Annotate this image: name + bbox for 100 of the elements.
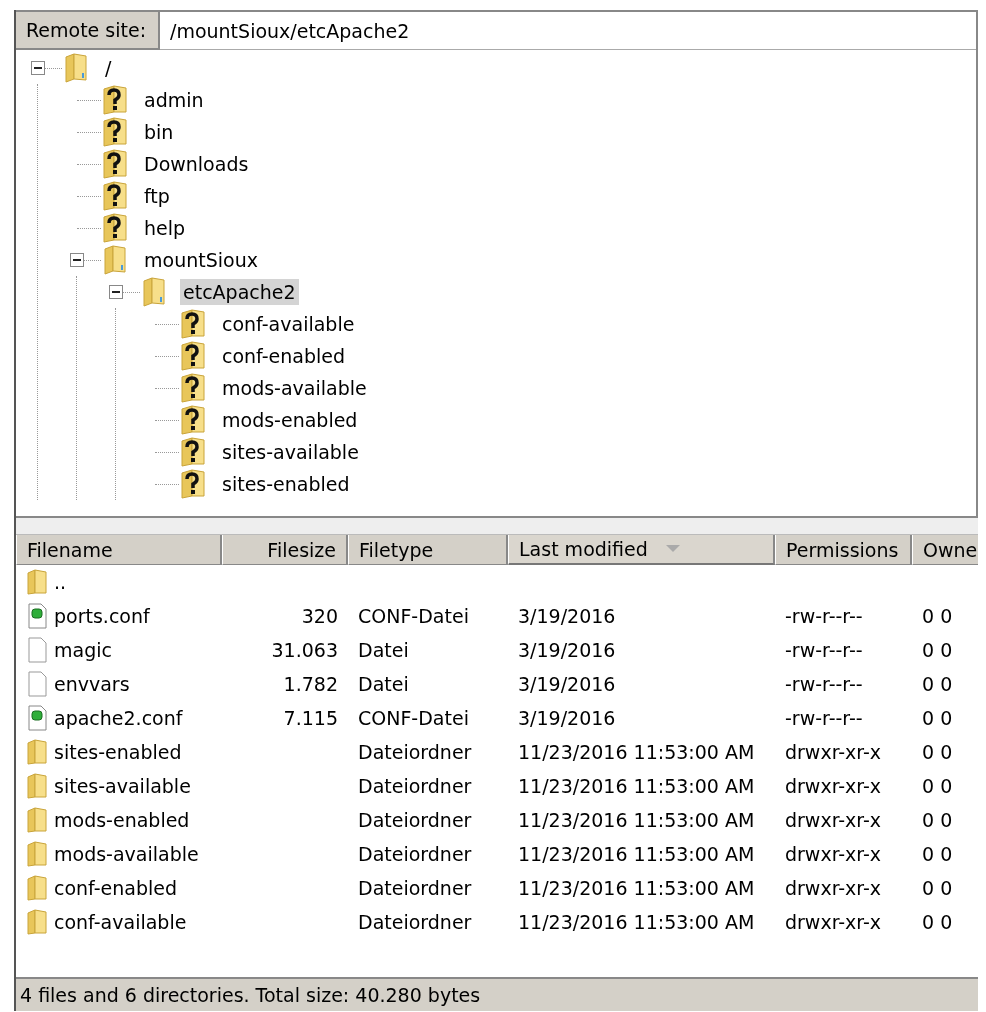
question-folder-icon	[103, 85, 127, 115]
file-icon	[26, 637, 48, 663]
file-name[interactable]: apache2.conf	[54, 707, 183, 729]
question-folder-icon	[181, 309, 205, 339]
file-name[interactable]: sites-enabled	[54, 741, 182, 763]
file-name[interactable]: envvars	[54, 673, 130, 695]
status-bar: 4 files and 6 directories. Total size: 40.280 bytes	[16, 977, 978, 1011]
folder-icon	[103, 245, 127, 275]
file-name[interactable]: mods-enabled	[54, 809, 190, 831]
tree-item[interactable]: mods-enabled	[219, 407, 361, 433]
question-folder-icon	[181, 437, 205, 467]
table-cell: Datei	[358, 673, 409, 695]
table-cell: 1.782	[283, 673, 338, 695]
tree-item[interactable]: conf-enabled	[219, 343, 349, 369]
tree-item[interactable]: conf-available	[219, 311, 358, 337]
folder-icon	[26, 909, 48, 935]
table-cell: 11/23/2016 11:53:00 AM	[518, 843, 755, 865]
table-cell: -rw-r--r--	[785, 605, 863, 627]
tree-item[interactable]: mountSioux	[141, 247, 261, 273]
file-name[interactable]: sites-available	[54, 775, 191, 797]
folder-icon	[26, 569, 48, 595]
table-cell: 0 0	[922, 843, 953, 865]
table-cell: Dateiordner	[358, 775, 472, 797]
table-cell: -rw-r--r--	[785, 707, 863, 729]
tree-item[interactable]: ftp	[141, 183, 173, 209]
table-cell: 11/23/2016 11:53:00 AM	[518, 877, 755, 899]
column-header[interactable]: Permissions	[775, 535, 912, 565]
file-icon	[26, 671, 48, 697]
question-folder-icon	[181, 341, 205, 371]
table-cell: 0 0	[922, 877, 953, 899]
table-cell: drwxr-xr-x	[785, 775, 882, 797]
folder-icon	[26, 875, 48, 901]
table-cell: 3/19/2016	[518, 639, 616, 661]
table-cell: Dateiordner	[358, 877, 472, 899]
question-folder-icon	[103, 213, 127, 243]
tree-item[interactable]: mods-available	[219, 375, 370, 401]
table-cell: Dateiordner	[358, 843, 472, 865]
tree-item[interactable]: etcApache2	[180, 279, 299, 305]
question-folder-icon	[103, 117, 127, 147]
file-name[interactable]: conf-available	[54, 911, 187, 933]
collapse-toggle[interactable]	[70, 253, 84, 267]
table-cell: 11/23/2016 11:53:00 AM	[518, 775, 755, 797]
column-header[interactable]: Filesize	[222, 535, 348, 565]
file-name[interactable]: conf-enabled	[54, 877, 178, 899]
table-cell: 0 0	[922, 605, 953, 627]
table-cell: Dateiordner	[358, 911, 472, 933]
question-folder-icon	[103, 181, 127, 211]
table-cell: CONF-Datei	[358, 605, 469, 627]
config-file-icon	[26, 603, 48, 629]
table-cell: 0 0	[922, 707, 953, 729]
folder-icon	[26, 807, 48, 833]
table-cell: Dateiordner	[358, 809, 472, 831]
tree-item[interactable]: sites-enabled	[219, 471, 353, 497]
table-cell: 0 0	[922, 673, 953, 695]
column-header[interactable]: Owne	[912, 535, 978, 565]
tree-item[interactable]: Downloads	[141, 151, 252, 177]
table-cell: 31.063	[271, 639, 338, 661]
table-cell: 11/23/2016 11:53:00 AM	[518, 809, 755, 831]
question-folder-icon	[103, 149, 127, 179]
question-folder-icon	[181, 405, 205, 435]
column-header[interactable]: Filename	[16, 535, 222, 565]
table-cell: Datei	[358, 639, 409, 661]
folder-icon	[26, 739, 48, 765]
tree-item[interactable]: /	[102, 55, 115, 81]
sort-down-icon	[665, 545, 680, 553]
table-cell: 11/23/2016 11:53:00 AM	[518, 911, 755, 933]
table-cell: 0 0	[922, 639, 953, 661]
table-cell: 0 0	[922, 741, 953, 763]
question-folder-icon	[181, 373, 205, 403]
table-cell: 3/19/2016	[518, 605, 616, 627]
tree-item[interactable]: sites-available	[219, 439, 362, 465]
collapse-toggle[interactable]	[109, 285, 123, 299]
folder-icon	[64, 53, 88, 83]
table-cell: drwxr-xr-x	[785, 877, 882, 899]
collapse-toggle[interactable]	[31, 61, 45, 75]
splitter[interactable]	[16, 516, 978, 535]
table-cell: 320	[301, 605, 338, 627]
path-field[interactable]: /mountSioux/etcApache2	[160, 12, 976, 50]
folder-icon	[26, 773, 48, 799]
file-name[interactable]: ..	[54, 571, 67, 593]
table-cell: drwxr-xr-x	[785, 741, 882, 763]
column-header[interactable]: Last modified	[508, 535, 775, 565]
table-cell: drwxr-xr-x	[785, 809, 882, 831]
table-cell: 0 0	[922, 775, 953, 797]
config-file-icon	[26, 705, 48, 731]
file-name[interactable]: mods-available	[54, 843, 199, 865]
folder-icon	[26, 841, 48, 867]
file-name[interactable]: ports.conf	[54, 605, 150, 627]
table-cell: 0 0	[922, 809, 953, 831]
table-cell: -rw-r--r--	[785, 673, 863, 695]
table-cell: 11/23/2016 11:53:00 AM	[518, 741, 755, 763]
table-cell: drwxr-xr-x	[785, 843, 882, 865]
tree-item[interactable]: admin	[141, 87, 207, 113]
tree-item[interactable]: bin	[141, 119, 177, 145]
tree-item[interactable]: help	[141, 215, 189, 241]
file-name[interactable]: magic	[54, 639, 112, 661]
table-cell: 7.115	[283, 707, 338, 729]
table-cell: -rw-r--r--	[785, 639, 863, 661]
table-cell: Dateiordner	[358, 741, 472, 763]
remote-site-label: Remote site:	[16, 12, 160, 50]
